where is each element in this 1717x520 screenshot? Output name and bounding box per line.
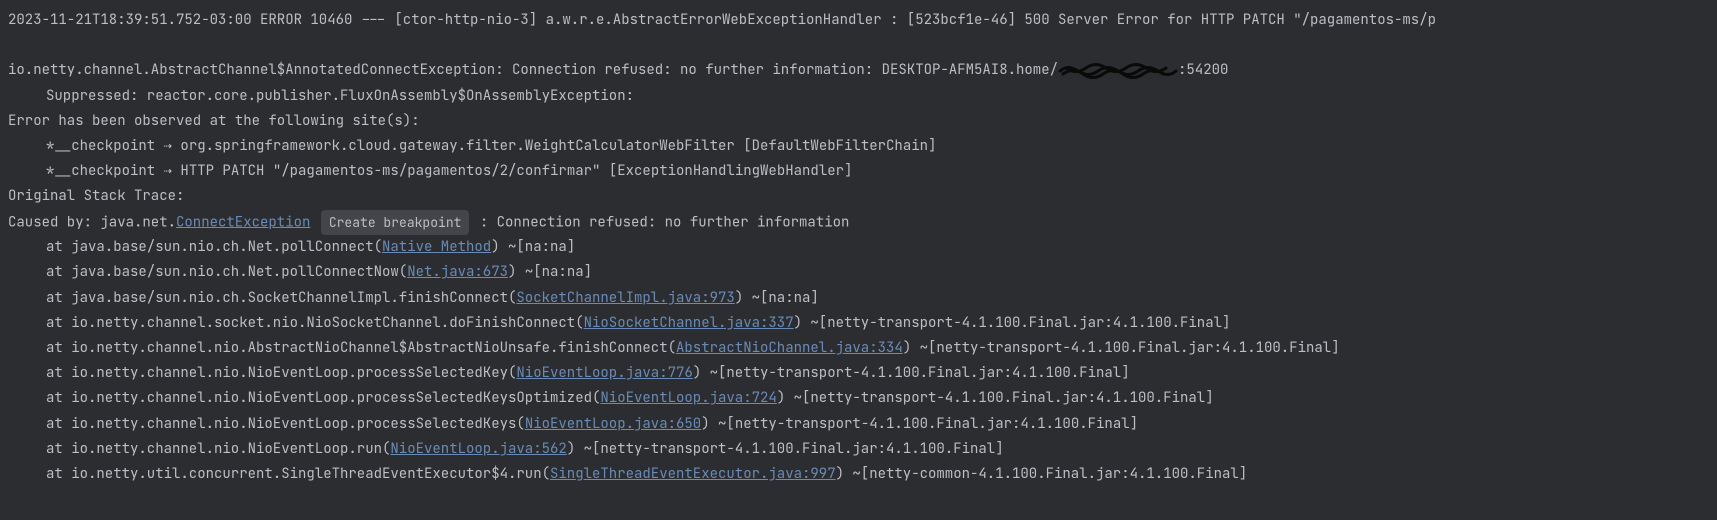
- stack-frame: at java.base/sun.nio.ch.Net.pollConnectN…: [8, 260, 1709, 285]
- stack-frame-source-link[interactable]: Native Method: [382, 238, 491, 256]
- connect-exception-link[interactable]: ConnectException: [176, 213, 310, 231]
- stack-frame-source-link[interactable]: Net.java:673: [407, 263, 508, 281]
- stack-trace-container: at java.base/sun.nio.ch.Net.pollConnect(…: [8, 235, 1709, 487]
- log-header-line: 2023-11-21T18:39:51.752-03:00 ERROR 1046…: [8, 8, 1709, 33]
- stack-frame-source-link[interactable]: NioEventLoop.java:650: [525, 415, 701, 433]
- stack-frame-prefix: at io.netty.channel.nio.AbstractNioChann…: [46, 339, 676, 357]
- stack-frame-suffix: ) ~[na:na]: [508, 263, 592, 281]
- original-stack-trace-line: Original Stack Trace:: [8, 184, 1709, 209]
- stack-frame: at io.netty.channel.nio.AbstractNioChann…: [8, 336, 1709, 361]
- stack-frame: at io.netty.channel.nio.NioEventLoop.pro…: [8, 361, 1709, 386]
- blank-line: [8, 33, 1709, 58]
- stack-frame-source-link[interactable]: NioEventLoop.java:724: [600, 389, 776, 407]
- stack-frame-suffix: ) ~[na:na]: [735, 289, 819, 307]
- stack-frame: at io.netty.channel.nio.NioEventLoop.pro…: [8, 386, 1709, 411]
- stack-frame-suffix: ) ~[netty-transport-4.1.100.Final.jar:4.…: [794, 314, 1231, 332]
- stack-frame-prefix: at io.netty.channel.nio.NioEventLoop.pro…: [46, 415, 525, 433]
- stack-frame-suffix: ) ~[netty-transport-4.1.100.Final.jar:4.…: [567, 440, 1004, 458]
- stack-frame-prefix: at java.base/sun.nio.ch.Net.pollConnectN…: [46, 263, 407, 281]
- exception-suffix: :54200: [1178, 61, 1228, 79]
- stack-frame-suffix: ) ~[netty-transport-4.1.100.Final.jar:4.…: [777, 389, 1214, 407]
- stack-frame-source-link[interactable]: SingleThreadEventExecutor.java:997: [550, 465, 836, 483]
- stack-frame-source-link[interactable]: NioSocketChannel.java:337: [584, 314, 794, 332]
- checkpoint-line-2: *__checkpoint ⇢ HTTP PATCH "/pagamentos-…: [8, 159, 1709, 184]
- create-breakpoint-button[interactable]: Create breakpoint: [321, 210, 470, 235]
- exception-prefix: io.netty.channel.AbstractChannel$Annotat…: [8, 61, 1058, 79]
- stack-frame-prefix: at io.netty.channel.nio.NioEventLoop.pro…: [46, 389, 600, 407]
- stack-frame-prefix: at io.netty.util.concurrent.SingleThread…: [46, 465, 550, 483]
- stack-frame-source-link[interactable]: AbstractNioChannel.java:334: [676, 339, 903, 357]
- stack-frame-suffix: ) ~[na:na]: [491, 238, 575, 256]
- observed-line: Error has been observed at the following…: [8, 109, 1709, 134]
- stack-frame-source-link[interactable]: NioEventLoop.java:776: [516, 364, 692, 382]
- stack-frame: at io.netty.channel.nio.NioEventLoop.pro…: [8, 412, 1709, 437]
- caused-by-line: Caused by: java.net.ConnectException Cre…: [8, 210, 1709, 236]
- checkpoint-line-1: *__checkpoint ⇢ org.springframework.clou…: [8, 134, 1709, 159]
- stack-frame-prefix: at io.netty.channel.nio.NioEventLoop.run…: [46, 440, 390, 458]
- stack-frame-suffix: ) ~[netty-transport-4.1.100.Final.jar:4.…: [903, 339, 1340, 357]
- suppressed-line: Suppressed: reactor.core.publisher.FluxO…: [8, 84, 1709, 109]
- stack-frame: at java.base/sun.nio.ch.Net.pollConnect(…: [8, 235, 1709, 260]
- stack-frame: at io.netty.util.concurrent.SingleThread…: [8, 462, 1709, 487]
- stack-frame-suffix: ) ~[netty-transport-4.1.100.Final.jar:4.…: [701, 415, 1138, 433]
- caused-by-suffix: : Connection refused: no further informa…: [471, 213, 849, 231]
- stack-frame-prefix: at java.base/sun.nio.ch.Net.pollConnect(: [46, 238, 382, 256]
- exception-line: io.netty.channel.AbstractChannel$Annotat…: [8, 58, 1709, 83]
- caused-by-prefix: Caused by: java.net.: [8, 213, 176, 231]
- stack-frame: at java.base/sun.nio.ch.SocketChannelImp…: [8, 286, 1709, 311]
- stack-frame-suffix: ) ~[netty-common-4.1.100.Final.jar:4.1.1…: [836, 465, 1248, 483]
- redacted-scribble-icon: [1058, 62, 1178, 80]
- stack-frame-source-link[interactable]: SocketChannelImpl.java:973: [516, 289, 734, 307]
- stack-frame: at io.netty.channel.nio.NioEventLoop.run…: [8, 437, 1709, 462]
- stack-frame-prefix: at java.base/sun.nio.ch.SocketChannelImp…: [46, 289, 516, 307]
- stack-frame: at io.netty.channel.socket.nio.NioSocket…: [8, 311, 1709, 336]
- stack-frame-prefix: at io.netty.channel.socket.nio.NioSocket…: [46, 314, 584, 332]
- stack-frame-suffix: ) ~[netty-transport-4.1.100.Final.jar:4.…: [693, 364, 1130, 382]
- stack-frame-source-link[interactable]: NioEventLoop.java:562: [390, 440, 566, 458]
- stack-frame-prefix: at io.netty.channel.nio.NioEventLoop.pro…: [46, 364, 516, 382]
